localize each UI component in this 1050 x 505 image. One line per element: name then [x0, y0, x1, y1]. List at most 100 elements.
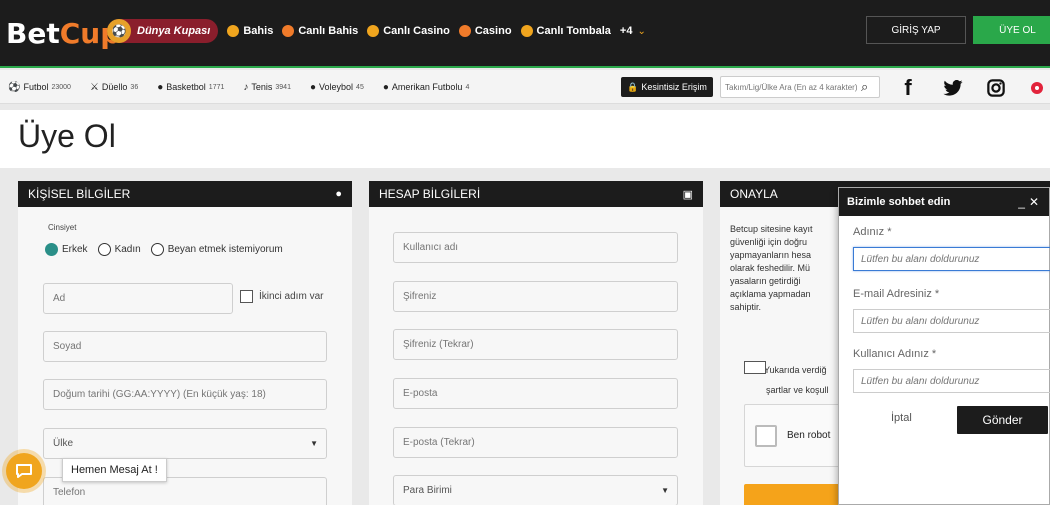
- nav-canli-bahis[interactable]: Canlı Bahis: [282, 25, 358, 37]
- close-icon[interactable]: ✕: [1029, 195, 1043, 209]
- chat-name-input[interactable]: [861, 253, 1044, 265]
- sport-label: Basketbol: [166, 82, 206, 92]
- uninterrupted-access-button[interactable]: 🔒 Kesintisiz Erişim: [621, 77, 713, 97]
- id-card-icon: ▣: [682, 188, 693, 201]
- surname-input[interactable]: [53, 341, 317, 352]
- search-box[interactable]: ⌕: [720, 76, 880, 98]
- radio-label: Kadın: [114, 244, 141, 255]
- login-button[interactable]: GİRİŞ YAP: [866, 16, 966, 44]
- top-navbar: Bet Cup ⚽ Dünya Kupası Bahis Canlı Bahis …: [0, 0, 1050, 68]
- page-title-bar: Üye Ol: [0, 110, 1050, 168]
- betcup-logo[interactable]: Bet Cup: [6, 10, 120, 56]
- chat-window-controls: _✕: [1018, 195, 1043, 209]
- email-input[interactable]: [403, 388, 668, 399]
- sport-duello[interactable]: ⚔ Düello 36: [90, 82, 138, 93]
- duel-icon: ⚔: [89, 81, 99, 93]
- terms-line: güvenliği için doğru: [730, 237, 808, 247]
- gender-label: Cinsiyet: [48, 223, 77, 232]
- surname-field[interactable]: [43, 331, 327, 362]
- first-name-field[interactable]: [43, 283, 233, 314]
- nav-label: Canlı Tombala: [536, 25, 611, 37]
- helmet-icon: ●: [382, 81, 389, 93]
- roulette-icon: [458, 25, 471, 37]
- chat-bubble-icon[interactable]: [6, 453, 42, 489]
- sport-label: Düello: [101, 82, 128, 92]
- birthdate-input[interactable]: [53, 389, 317, 400]
- register-submit-button[interactable]: [744, 484, 849, 505]
- sport-basketbol[interactable]: ● Basketbol 1771: [157, 82, 224, 93]
- first-name-input[interactable]: [53, 293, 223, 304]
- nav-more[interactable]: +4: [620, 25, 633, 37]
- sport-futbol[interactable]: ⚽ Futbol 23000: [8, 82, 71, 93]
- chat-name-field[interactable]: [853, 247, 1050, 271]
- password-repeat-field[interactable]: [393, 329, 678, 360]
- currency-select[interactable]: Para Birimi ▼: [393, 475, 678, 505]
- terms-line: açıklama yapmadan: [730, 289, 811, 299]
- sport-tenis[interactable]: ♪ Tenis 3941: [243, 82, 291, 93]
- nav-label: Bahis: [243, 25, 274, 37]
- confirm-terms-text: Betcup sitesine kayıt güvenliği için doğ…: [730, 223, 840, 333]
- second-name-checkbox[interactable]: İkinci adım var: [240, 290, 323, 303]
- username-input[interactable]: [403, 242, 668, 253]
- radio-icon: [150, 243, 164, 256]
- logo-text-bet: Bet: [6, 16, 60, 50]
- sport-label: Voleybol: [319, 82, 354, 92]
- terms-accept-checkbox[interactable]: Yukarıda verdiğ şartlar ve koşull: [744, 360, 829, 400]
- facebook-icon[interactable]: f: [897, 75, 919, 100]
- email-repeat-field[interactable]: [393, 427, 678, 458]
- phone-input[interactable]: [53, 487, 317, 498]
- access-label: Kesintisiz Erişim: [641, 82, 707, 92]
- panel-title: HESAP BİLGİLERİ: [379, 187, 481, 201]
- email-field[interactable]: [393, 378, 678, 409]
- birthdate-field[interactable]: [43, 379, 327, 410]
- chat-cancel-button[interactable]: İptal: [891, 412, 912, 424]
- nav-bahis[interactable]: Bahis: [227, 25, 273, 37]
- password-repeat-input[interactable]: [403, 339, 668, 350]
- chat-username-field[interactable]: [853, 369, 1050, 393]
- minimize-icon[interactable]: _: [1018, 195, 1029, 209]
- instagram-icon[interactable]: [985, 76, 1007, 100]
- password-field[interactable]: [393, 281, 678, 312]
- search-input[interactable]: [725, 82, 857, 92]
- recaptcha-widget[interactable]: Ben robot: [744, 404, 849, 467]
- red-circle-icon[interactable]: [1030, 76, 1044, 100]
- chat-send-button[interactable]: Gönder: [957, 406, 1048, 434]
- sport-count: 4: [465, 83, 470, 91]
- twitter-icon[interactable]: [940, 76, 966, 100]
- radio-label: Erkek: [62, 244, 88, 255]
- sport-amerikan-futbolu[interactable]: ● Amerikan Futbolu 4: [383, 82, 470, 93]
- tennis-icon: ♪: [243, 81, 249, 93]
- captcha-checkbox[interactable]: [755, 424, 777, 447]
- search-icon[interactable]: ⌕: [861, 79, 868, 95]
- nav-canli-tombala[interactable]: Canlı Tombala: [520, 25, 611, 37]
- message-prompt[interactable]: Hemen Mesaj At !: [62, 458, 167, 482]
- chat-username-input[interactable]: [861, 375, 1044, 387]
- caret-down-icon: ▼: [661, 486, 669, 495]
- terms-line: Betcup sitesine kayıt: [730, 224, 813, 234]
- gender-radio-undisclosed[interactable]: Beyan etmek istemiyorum: [150, 243, 283, 256]
- sport-count: 23000: [51, 83, 71, 91]
- chat-name-label: Adınız *: [853, 226, 892, 238]
- sport-count: 3941: [275, 83, 291, 91]
- nav-label: Canlı Casino: [383, 25, 450, 37]
- nav-canli-casino[interactable]: Canlı Casino: [367, 25, 450, 37]
- password-input[interactable]: [403, 291, 668, 302]
- sport-voleybol[interactable]: ● Voleybol 45: [310, 82, 364, 93]
- chevron-down-icon[interactable]: ⌄: [637, 26, 645, 37]
- chat-widget: Bizimle sohbet edin _✕ Adınız * E-mail A…: [838, 187, 1050, 505]
- gender-radio-female[interactable]: Kadın: [97, 243, 141, 256]
- gender-options: Erkek Kadın Beyan etmek istemiyorum: [45, 243, 283, 256]
- nav-world-cup[interactable]: ⚽ Dünya Kupası: [107, 19, 219, 43]
- username-field[interactable]: [393, 232, 678, 263]
- currency-value: Para Birimi: [403, 485, 452, 496]
- main-nav: ⚽ Dünya Kupası Bahis Canlı Bahis Canlı C…: [107, 18, 646, 44]
- email-repeat-input[interactable]: [403, 437, 668, 448]
- nav-casino[interactable]: Casino: [458, 25, 512, 37]
- chat-email-input[interactable]: [861, 315, 1044, 327]
- country-select[interactable]: Ülke ▼: [43, 428, 327, 459]
- chat-email-field[interactable]: [853, 309, 1050, 333]
- gender-radio-male[interactable]: Erkek: [45, 243, 88, 256]
- terms-line: olarak feshedilir. Mü: [730, 263, 811, 273]
- sport-count: 1771: [208, 83, 225, 91]
- register-button[interactable]: ÜYE OL: [973, 16, 1050, 44]
